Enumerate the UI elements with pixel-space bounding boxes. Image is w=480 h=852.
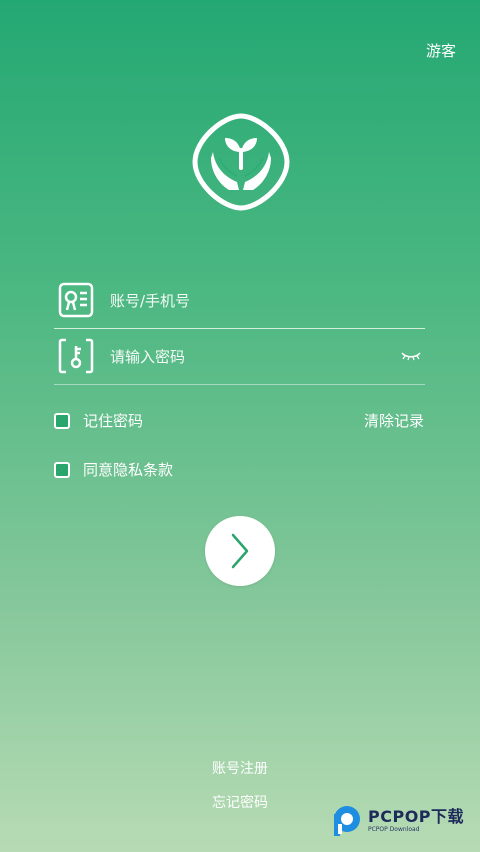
id-card-icon xyxy=(58,282,94,318)
guest-button[interactable]: 游客 xyxy=(426,40,456,61)
password-field[interactable]: 请输入密码 xyxy=(54,328,425,385)
account-field[interactable]: 账号/手机号 xyxy=(54,272,425,329)
privacy-terms-row[interactable]: 同意隐私条款 xyxy=(54,459,173,480)
remember-password-row[interactable]: 记住密码 xyxy=(54,410,143,431)
eye-closed-icon[interactable] xyxy=(401,350,421,362)
password-input[interactable]: 请输入密码 xyxy=(110,346,401,367)
remember-password-checkbox[interactable] xyxy=(54,412,70,429)
chevron-right-icon xyxy=(231,533,249,569)
watermark-brand: PCPOP下载 xyxy=(368,807,465,826)
pcpop-watermark: PCPOP下载 PCPOP Download xyxy=(330,804,478,838)
remember-password-label: 记住密码 xyxy=(83,412,144,430)
clear-records-button[interactable]: 清除记录 xyxy=(364,410,424,431)
login-button[interactable] xyxy=(205,516,275,586)
watermark-sub: PCPOP Download xyxy=(368,826,420,833)
account-input[interactable]: 账号/手机号 xyxy=(110,290,425,311)
app-logo xyxy=(192,113,290,211)
privacy-terms-checkbox[interactable] xyxy=(54,461,70,478)
register-link[interactable]: 账号注册 xyxy=(0,758,480,778)
key-icon xyxy=(58,338,94,374)
pcpop-logo-icon xyxy=(334,806,360,836)
privacy-terms-label: 同意隐私条款 xyxy=(83,461,174,479)
